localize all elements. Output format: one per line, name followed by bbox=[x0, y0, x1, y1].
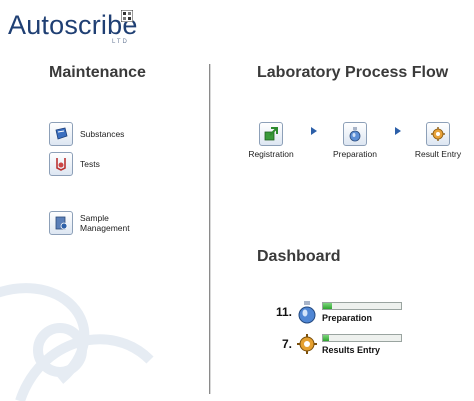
maintenance-item-tests[interactable]: Tests bbox=[49, 152, 100, 176]
result-entry-icon bbox=[426, 122, 450, 146]
dashboard-count: 7. bbox=[281, 337, 292, 351]
flow-arrow-icon bbox=[395, 127, 401, 135]
background-swirl bbox=[0, 283, 154, 401]
flow-step-preparation[interactable]: Preparation bbox=[319, 122, 391, 159]
maintenance-item-label: Substances bbox=[80, 129, 125, 139]
result-entry-icon bbox=[296, 332, 318, 356]
logo-text: Autoscribe bbox=[8, 10, 138, 40]
flow-step-label: Preparation bbox=[333, 149, 377, 159]
preparation-icon bbox=[296, 300, 318, 324]
flow-step-label: Result Entry bbox=[414, 149, 462, 159]
progress-fill bbox=[323, 302, 333, 309]
flow-step-registration[interactable]: Registration bbox=[235, 122, 307, 159]
flow-step-result-entry[interactable]: Result Entry bbox=[402, 122, 474, 159]
results-entry-progress-bar bbox=[322, 333, 402, 342]
app-logo: Autoscribe LTD bbox=[8, 10, 138, 45]
maintenance-item-sample-management[interactable]: Sample Management bbox=[49, 211, 130, 235]
preparation-icon bbox=[343, 122, 367, 146]
dashboard-row-results-entry[interactable]: 7. Results Entry bbox=[270, 332, 402, 356]
logo-subtext: LTD bbox=[112, 39, 129, 45]
dashboard-row-label: Results Entry bbox=[322, 344, 381, 355]
registration-icon bbox=[259, 122, 283, 146]
maintenance-title: Maintenance bbox=[49, 64, 146, 81]
progress-fill bbox=[323, 334, 330, 341]
sample-management-icon bbox=[49, 211, 73, 235]
logo-grid-icon bbox=[121, 10, 133, 22]
flow-arrow-icon bbox=[311, 127, 317, 135]
tests-icon bbox=[49, 152, 73, 176]
preparation-progress-bar bbox=[322, 301, 402, 310]
substances-icon bbox=[49, 122, 73, 146]
dashboard-row-label: Preparation bbox=[322, 312, 373, 323]
dashboard-title: Dashboard bbox=[257, 248, 341, 265]
process-flow-title: Laboratory Process Flow bbox=[257, 64, 449, 81]
maintenance-item-label: Sample Management bbox=[80, 213, 130, 233]
flow-step-label: Registration bbox=[248, 149, 294, 159]
maintenance-item-label: Tests bbox=[80, 159, 100, 169]
column-divider-shadow bbox=[210, 64, 211, 394]
dashboard-count: 11. bbox=[275, 305, 292, 319]
maintenance-item-substances[interactable]: Substances bbox=[49, 122, 124, 146]
dashboard-row-preparation[interactable]: 11. Preparation bbox=[270, 300, 402, 324]
